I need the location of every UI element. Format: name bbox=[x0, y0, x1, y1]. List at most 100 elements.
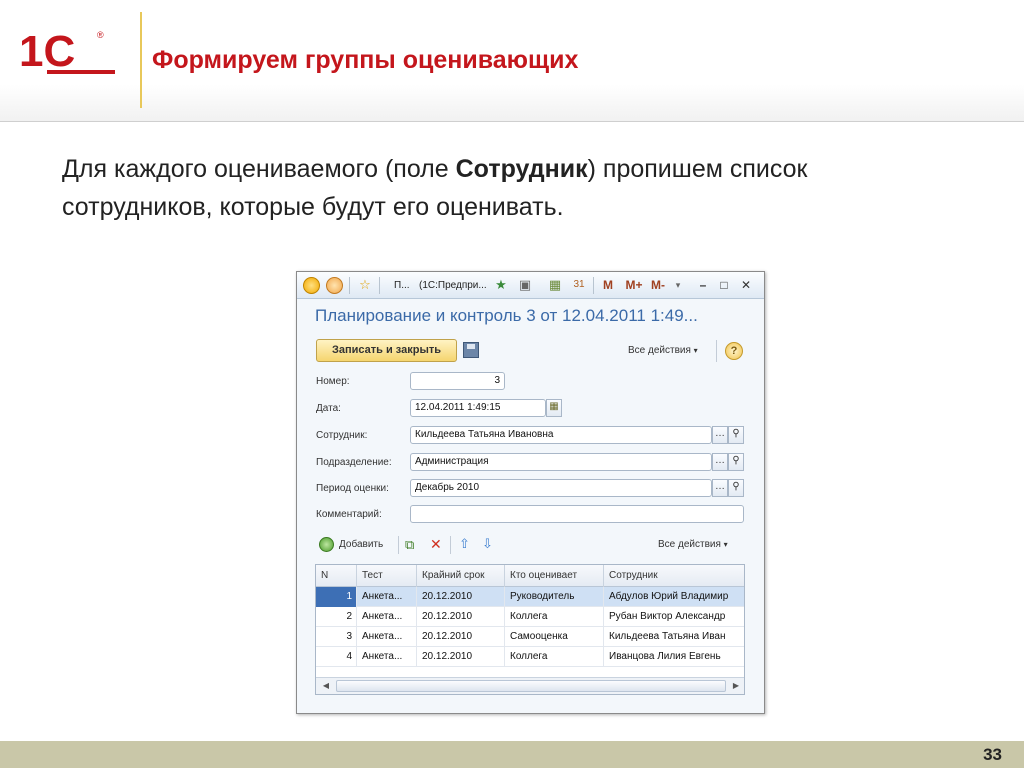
table-row[interactable]: 3 Анкета... 20.12.2010 Самооценка Кильде… bbox=[316, 627, 744, 647]
maximize-button[interactable]: □ bbox=[717, 278, 731, 292]
cell-who: Коллега bbox=[505, 647, 604, 667]
evaluators-table[interactable]: N Тест Крайний срок Кто оценивает Сотруд… bbox=[315, 564, 745, 695]
move-down-icon[interactable]: ⇩ bbox=[482, 536, 493, 552]
window-tab-title[interactable]: П... bbox=[394, 277, 410, 294]
horizontal-scrollbar[interactable]: ◀ ▶ bbox=[316, 677, 744, 694]
column-header-deadline[interactable]: Крайний срок bbox=[417, 565, 505, 587]
column-header-n[interactable]: N bbox=[316, 565, 357, 587]
chevron-down-icon[interactable]: ▾ bbox=[670, 277, 686, 293]
favorites-add-icon[interactable]: ★ bbox=[493, 277, 509, 293]
cell-employee: Кильдеева Татьяна Иван bbox=[609, 631, 726, 642]
slide-header: 1С ® Формируем группы оценивающих bbox=[0, 0, 1024, 122]
chevron-down-icon: ▾ bbox=[723, 540, 728, 549]
select-button[interactable]: … bbox=[712, 426, 728, 444]
add-button[interactable]: Добавить bbox=[339, 539, 383, 550]
toolbar-separator bbox=[716, 340, 717, 362]
slide-body-text: Для каждого оцениваемого (поле Сотрудник… bbox=[62, 150, 962, 226]
memory-plus-button[interactable]: M+ bbox=[625, 278, 643, 292]
comment-label: Комментарий: bbox=[316, 509, 382, 520]
column-header-test[interactable]: Тест bbox=[357, 565, 417, 587]
employee-label: Сотрудник: bbox=[316, 430, 368, 441]
slide-text-part: Для каждого оцениваемого (поле bbox=[62, 155, 456, 183]
cell-test: Анкета... bbox=[357, 647, 417, 667]
date-label: Дата: bbox=[316, 403, 341, 414]
1c-logo: 1С ® bbox=[19, 27, 115, 76]
cell-n: 4 bbox=[316, 647, 357, 667]
table-row[interactable]: 1 Анкета... 20.12.2010 Руководитель Абду… bbox=[316, 587, 744, 607]
add-icon[interactable] bbox=[319, 537, 334, 552]
scrollbar-thumb[interactable] bbox=[336, 680, 726, 692]
cell-who: Коллега bbox=[505, 607, 604, 627]
memory-minus-button[interactable]: M- bbox=[649, 278, 667, 292]
header-divider bbox=[140, 12, 142, 108]
memory-button[interactable]: M bbox=[601, 278, 615, 292]
star-icon[interactable]: ☆ bbox=[357, 277, 373, 293]
column-header-employee[interactable]: Сотрудник bbox=[604, 565, 744, 587]
cell-test: Анкета... bbox=[357, 627, 417, 647]
all-actions-menu[interactable]: Все действия ▾ bbox=[628, 345, 698, 356]
comment-field[interactable] bbox=[410, 505, 744, 523]
dropdown-menu-icon[interactable] bbox=[326, 277, 343, 294]
column-header-who[interactable]: Кто оценивает bbox=[505, 565, 604, 587]
toolbar-separator bbox=[379, 277, 380, 294]
page-number: 33 bbox=[983, 745, 1002, 764]
app-window: ☆ П... (1С:Предпри... ★ ▣ ▦ 31 M M+ M- ▾… bbox=[296, 271, 765, 714]
search-icon[interactable]: ⚲ bbox=[728, 453, 744, 471]
cell-n: 2 bbox=[316, 607, 357, 627]
number-label: Номер: bbox=[316, 376, 350, 387]
department-field[interactable]: Администрация bbox=[410, 453, 712, 471]
period-label: Период оценки: bbox=[316, 483, 389, 494]
cell-test: Анкета... bbox=[357, 587, 417, 607]
number-field[interactable]: 3 bbox=[410, 372, 505, 390]
scroll-right-icon[interactable]: ▶ bbox=[728, 679, 744, 693]
search-icon[interactable]: ⚲ bbox=[728, 426, 744, 444]
calendar-icon[interactable]: 31 bbox=[571, 277, 587, 293]
scroll-left-icon[interactable]: ◀ bbox=[318, 679, 334, 693]
select-button[interactable]: … bbox=[712, 453, 728, 471]
search-icon[interactable]: ⚲ bbox=[728, 479, 744, 497]
calendar-icon[interactable]: ▦ bbox=[546, 399, 562, 417]
all-actions-label: Все действия bbox=[628, 345, 691, 356]
bookmark-icon[interactable]: ▣ bbox=[517, 277, 533, 293]
delete-icon[interactable]: ✕ bbox=[430, 536, 442, 553]
cell-deadline: 20.12.2010 bbox=[417, 627, 505, 647]
save-and-close-button[interactable]: Записать и закрыть bbox=[316, 339, 457, 362]
table-header: N Тест Крайний срок Кто оценивает Сотруд… bbox=[316, 565, 744, 587]
save-disk-icon[interactable] bbox=[463, 342, 479, 358]
svg-text:1С: 1С bbox=[19, 27, 75, 76]
table-row[interactable]: 4 Анкета... 20.12.2010 Коллега Иванцова … bbox=[316, 647, 744, 667]
cell-deadline: 20.12.2010 bbox=[417, 647, 505, 667]
cell-deadline: 20.12.2010 bbox=[417, 587, 505, 607]
table-all-actions-label: Все действия bbox=[658, 539, 721, 550]
select-button[interactable]: … bbox=[712, 479, 728, 497]
chevron-down-icon: ▾ bbox=[693, 346, 698, 355]
minimize-button[interactable]: – bbox=[696, 278, 710, 292]
table-all-actions-menu[interactable]: Все действия ▾ bbox=[658, 539, 728, 550]
slide-title: Формируем группы оценивающих bbox=[152, 46, 579, 74]
move-up-icon[interactable]: ⇧ bbox=[459, 536, 470, 552]
close-button[interactable]: ✕ bbox=[739, 278, 753, 292]
toolbar-separator bbox=[398, 536, 399, 554]
date-field[interactable]: 12.04.2011 1:49:15 bbox=[410, 399, 546, 417]
slide-text-bold: Сотрудник bbox=[455, 155, 588, 183]
window-app-title: (1С:Предпри... bbox=[419, 280, 487, 291]
cell-who: Самооценка bbox=[505, 627, 604, 647]
window-titlebar: ☆ П... (1С:Предпри... ★ ▣ ▦ 31 M M+ M- ▾… bbox=[297, 272, 764, 299]
toolbar-separator bbox=[450, 536, 451, 554]
calculator-icon[interactable]: ▦ bbox=[547, 277, 563, 293]
toolbar-separator bbox=[349, 277, 350, 294]
department-label: Подразделение: bbox=[316, 457, 392, 468]
cell-deadline: 20.12.2010 bbox=[417, 607, 505, 627]
table-row[interactable]: 2 Анкета... 20.12.2010 Коллега Рубан Вик… bbox=[316, 607, 744, 627]
toolbar-separator bbox=[593, 277, 594, 294]
cell-who: Руководитель bbox=[505, 587, 604, 607]
app-logo-icon[interactable] bbox=[303, 277, 320, 294]
help-button[interactable]: ? bbox=[725, 342, 743, 360]
svg-text:®: ® bbox=[97, 30, 104, 40]
period-field[interactable]: Декабрь 2010 bbox=[410, 479, 712, 497]
employee-field[interactable]: Кильдеева Татьяна Ивановна bbox=[410, 426, 712, 444]
cell-test: Анкета... bbox=[357, 607, 417, 627]
cell-employee: Иванцова Лилия Евгень bbox=[609, 651, 721, 662]
cell-n: 3 bbox=[316, 627, 357, 647]
copy-icon[interactable]: ⧉ bbox=[405, 537, 414, 553]
